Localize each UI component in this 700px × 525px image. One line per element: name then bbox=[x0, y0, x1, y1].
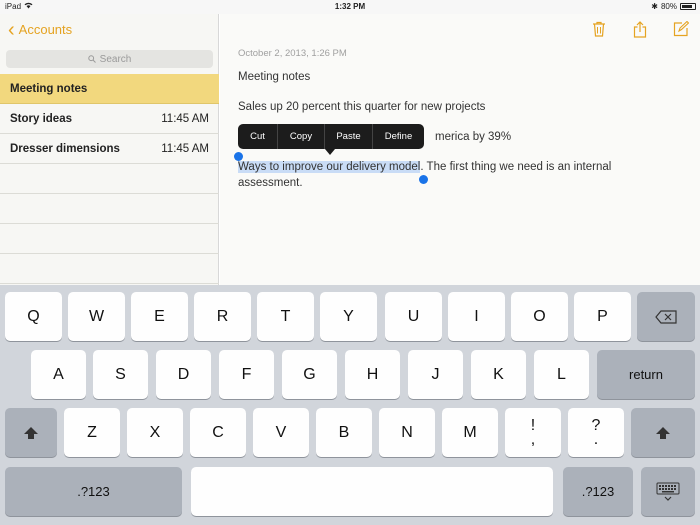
key-question-period[interactable]: ? . bbox=[568, 408, 624, 457]
numbers-key-right[interactable]: .?123 bbox=[563, 467, 633, 516]
search-placeholder: Search bbox=[99, 53, 132, 65]
battery-percent: 80% bbox=[660, 2, 677, 11]
trash-icon[interactable] bbox=[588, 18, 610, 40]
note-date: October 2, 2013, 1:26 PM bbox=[238, 48, 347, 59]
key-v[interactable]: V bbox=[253, 408, 309, 457]
key-a[interactable]: A bbox=[31, 350, 86, 399]
paste-button[interactable]: Paste bbox=[325, 124, 373, 149]
key-j[interactable]: J bbox=[408, 350, 463, 399]
empty-row bbox=[0, 254, 219, 284]
note-title: Meeting notes bbox=[10, 82, 88, 95]
key-exclaim-comma[interactable]: ! , bbox=[505, 408, 561, 457]
note-line-partial: merica by 39% bbox=[435, 131, 512, 143]
key-i[interactable]: I bbox=[448, 292, 505, 341]
empty-row bbox=[0, 194, 219, 224]
delete-key[interactable] bbox=[637, 292, 695, 341]
numbers-key-left[interactable]: .?123 bbox=[5, 467, 182, 516]
key-t[interactable]: T bbox=[257, 292, 314, 341]
note-title: Dresser dimensions bbox=[10, 142, 120, 155]
note-editor[interactable]: October 2, 2013, 1:26 PM Meeting notes S… bbox=[220, 14, 700, 285]
chevron-left-icon: ‹ bbox=[8, 18, 15, 41]
battery-icon bbox=[680, 3, 696, 10]
note-time: 11:45 AM bbox=[161, 112, 209, 125]
shift-key-left[interactable] bbox=[5, 408, 57, 457]
key-y[interactable]: Y bbox=[320, 292, 377, 341]
empty-row bbox=[0, 224, 219, 254]
search-icon bbox=[87, 55, 96, 63]
note-line: assessment. bbox=[238, 177, 303, 189]
selection-start-handle[interactable] bbox=[234, 152, 243, 161]
note-time: 11:45 AM bbox=[161, 142, 209, 155]
note-line: Meeting notes bbox=[238, 71, 311, 83]
list-item[interactable]: Story ideas 11:45 AM bbox=[0, 104, 219, 134]
bluetooth-icon: ✱ bbox=[651, 2, 658, 11]
key-s[interactable]: S bbox=[93, 350, 148, 399]
key-q[interactable]: Q bbox=[5, 292, 62, 341]
key-g[interactable]: G bbox=[282, 350, 337, 399]
key-u[interactable]: U bbox=[385, 292, 442, 341]
text-selection[interactable]: Ways to improve our delivery model bbox=[238, 161, 421, 173]
key-x[interactable]: X bbox=[127, 408, 183, 457]
define-button[interactable]: Define bbox=[373, 124, 424, 149]
note-line: Ways to improve our delivery model. The … bbox=[238, 161, 611, 173]
return-key[interactable]: return bbox=[597, 350, 695, 399]
note-list: Meeting notes Story ideas 11:45 AM Dress… bbox=[0, 74, 219, 284]
key-n[interactable]: N bbox=[379, 408, 435, 457]
accounts-back-button[interactable]: ‹ Accounts bbox=[8, 18, 73, 41]
shift-icon bbox=[656, 426, 670, 439]
edit-menu-pointer bbox=[325, 149, 335, 155]
search-field[interactable]: Search bbox=[6, 50, 213, 68]
list-item[interactable]: Meeting notes bbox=[0, 74, 219, 104]
accounts-label: Accounts bbox=[18, 22, 73, 37]
key-p[interactable]: P bbox=[574, 292, 631, 341]
notes-sidebar: ‹ Accounts Search Meeting notes Story id… bbox=[0, 14, 219, 285]
key-o[interactable]: O bbox=[511, 292, 568, 341]
key-f[interactable]: F bbox=[219, 350, 274, 399]
list-item[interactable]: Dresser dimensions 11:45 AM bbox=[0, 134, 219, 164]
shift-icon bbox=[24, 426, 38, 439]
key-z[interactable]: Z bbox=[64, 408, 120, 457]
share-icon[interactable] bbox=[629, 18, 651, 40]
note-title: Story ideas bbox=[10, 112, 72, 125]
keyboard: Q W E R T Y U I O P A S D F G H J K L re… bbox=[0, 285, 700, 525]
backspace-icon bbox=[655, 309, 677, 324]
shift-key-right[interactable] bbox=[631, 408, 695, 457]
key-w[interactable]: W bbox=[68, 292, 125, 341]
status-bar: iPad 1:32 PM ✱ 80% bbox=[0, 0, 700, 14]
key-r[interactable]: R bbox=[194, 292, 251, 341]
key-l[interactable]: L bbox=[534, 350, 589, 399]
compose-icon[interactable] bbox=[670, 18, 692, 40]
copy-button[interactable]: Copy bbox=[278, 124, 325, 149]
key-d[interactable]: D bbox=[156, 350, 211, 399]
key-k[interactable]: K bbox=[471, 350, 526, 399]
status-time: 1:32 PM bbox=[334, 2, 366, 11]
note-text: . The first thing we need is an internal bbox=[420, 161, 612, 173]
key-e[interactable]: E bbox=[131, 292, 188, 341]
key-m[interactable]: M bbox=[442, 408, 498, 457]
space-key[interactable] bbox=[191, 467, 553, 516]
edit-menu: Cut Copy Paste Define bbox=[238, 124, 424, 149]
key-c[interactable]: C bbox=[190, 408, 246, 457]
dismiss-keyboard-key[interactable] bbox=[641, 467, 695, 516]
cut-button[interactable]: Cut bbox=[238, 124, 278, 149]
note-line: Sales up 20 percent this quarter for new… bbox=[238, 101, 486, 113]
key-h[interactable]: H bbox=[345, 350, 400, 399]
keyboard-dismiss-icon bbox=[656, 482, 680, 501]
empty-row bbox=[0, 164, 219, 194]
selection-end-handle[interactable] bbox=[419, 175, 428, 184]
key-b[interactable]: B bbox=[316, 408, 372, 457]
